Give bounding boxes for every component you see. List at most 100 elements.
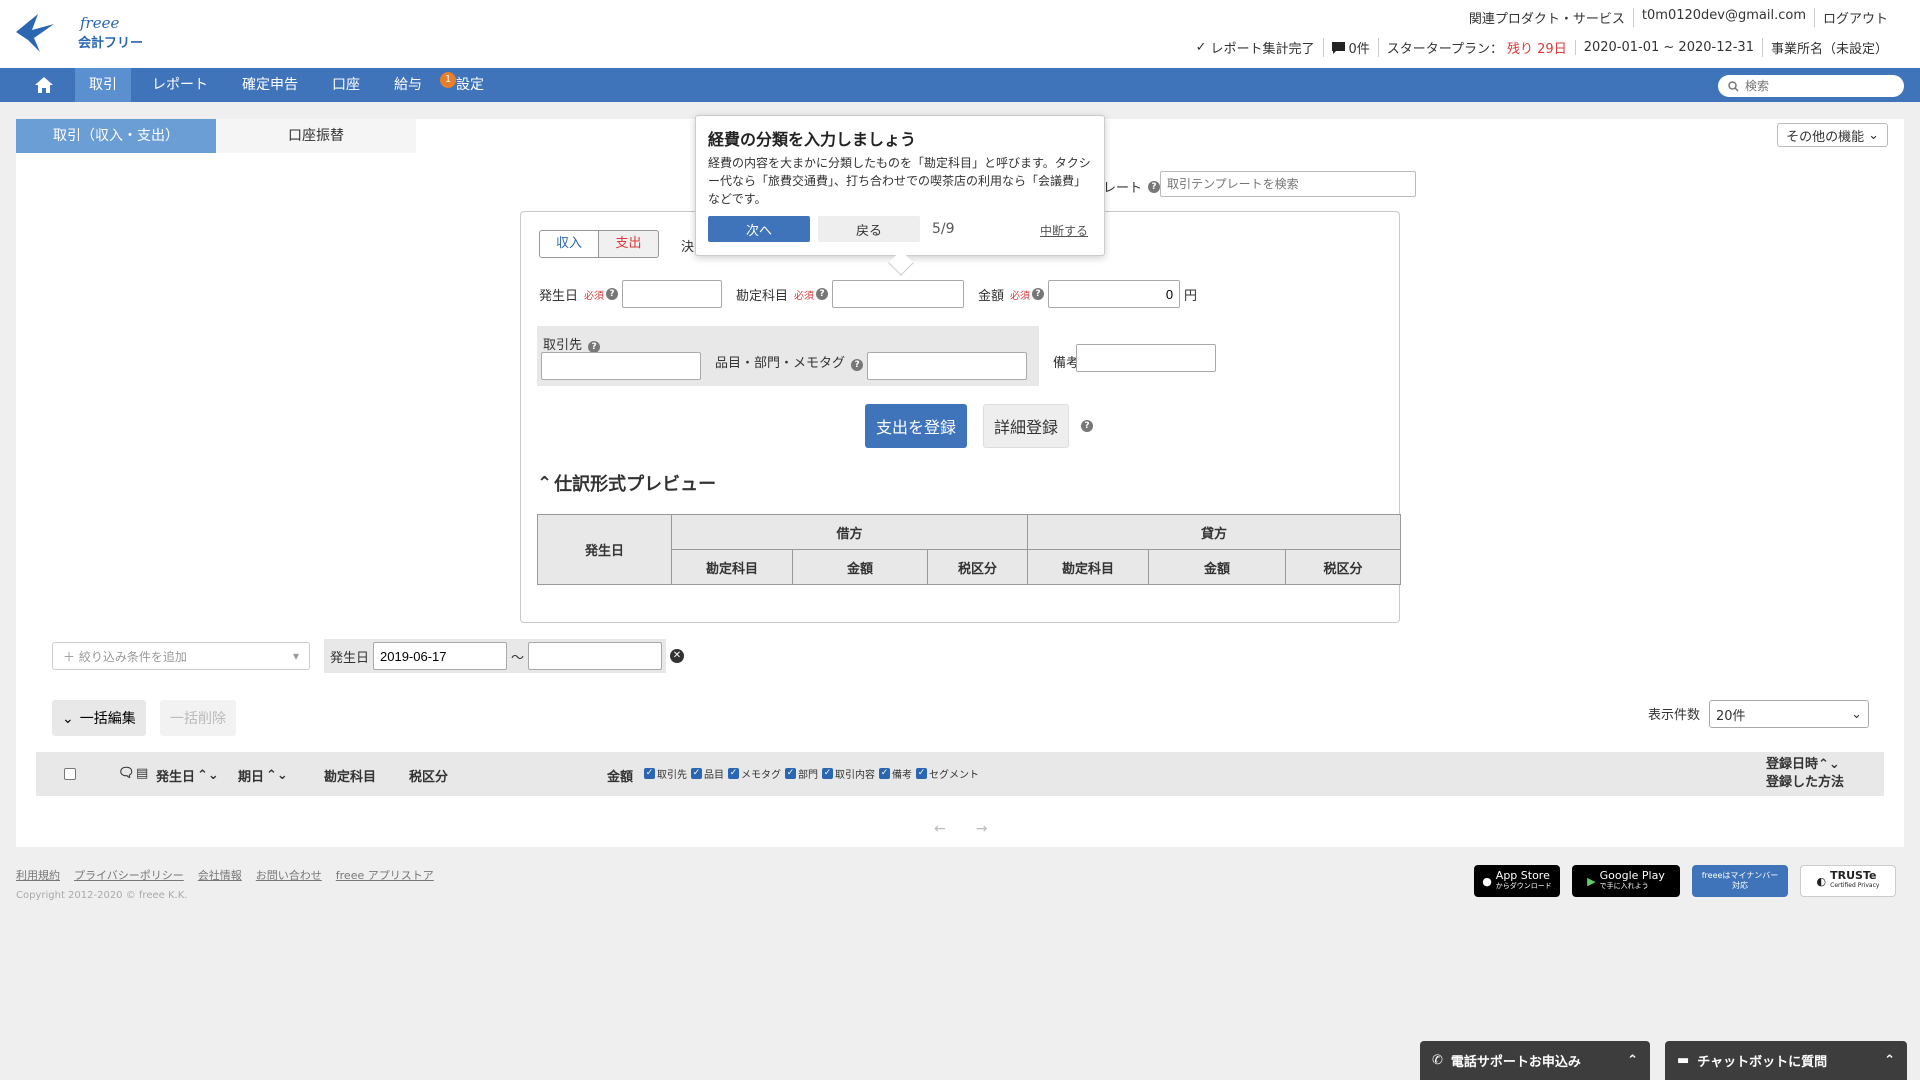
settings-badge: 1 xyxy=(440,72,456,88)
user-email[interactable]: t0m0120dev@gmail.com xyxy=(1632,8,1814,27)
message-icon xyxy=(1331,41,1345,54)
template-label: レート ? xyxy=(1103,177,1161,196)
truste-badge[interactable]: ◐ TRUSTe Certified Privacy xyxy=(1800,865,1896,897)
nav-payroll[interactable]: 給与 xyxy=(380,68,436,102)
footer-link-company[interactable]: 会社情報 xyxy=(198,867,242,883)
show-count-select[interactable]: 20件 ⌄ xyxy=(1709,700,1869,728)
amount-input[interactable] xyxy=(1048,280,1181,308)
sort-icon: ⌃⌄ xyxy=(197,768,219,783)
col-option-partner[interactable]: ✓ 取引先 xyxy=(644,766,687,781)
journal-preview-toggle[interactable]: ⌃ 仕訳形式プレビュー xyxy=(537,470,716,496)
nav-accounts[interactable]: 口座 xyxy=(318,68,374,102)
account-label: 勘定科目 xyxy=(736,288,789,304)
preview-credit-tax: 税区分 xyxy=(1285,549,1401,585)
sort-icon: ⌃⌄ xyxy=(266,768,288,783)
main-fields-row: 発生日 必須 ? 勘定科目 必須 ? 金額 必須 ? 円 xyxy=(539,280,1197,308)
mynumber-badge[interactable]: freeeはマイナンバー対応 xyxy=(1692,865,1788,897)
logo-product: 会計フリー xyxy=(78,35,144,51)
help-icon[interactable]: ? xyxy=(1148,180,1161,193)
show-count-label: 表示件数 xyxy=(1648,708,1701,723)
col-option-description[interactable]: ✓ 取引内容 xyxy=(822,766,875,781)
messages-button[interactable]: 0件 xyxy=(1322,38,1378,57)
partner-label: 取引先 ? xyxy=(543,334,601,353)
nav-search[interactable] xyxy=(1718,75,1904,97)
help-icon[interactable]: ? xyxy=(851,359,864,371)
preview-col-date: 発生日 xyxy=(537,514,672,585)
chatbot-bar[interactable]: ▬ チャットボットに質問 ⌃ xyxy=(1665,1041,1907,1080)
footer-badges: ● App Store からダウンロード ▶ Google Play で手に入れ… xyxy=(1474,865,1896,897)
footer-link-appstore[interactable]: freee アプリストア xyxy=(336,867,434,883)
pager-prev[interactable]: ← xyxy=(934,821,946,837)
income-toggle[interactable]: 収入 xyxy=(539,230,599,258)
tooltip-back-button[interactable]: 戻る xyxy=(818,216,920,242)
expense-toggle[interactable]: 支出 xyxy=(599,230,659,258)
partner-input[interactable] xyxy=(541,352,701,380)
template-search-input[interactable] xyxy=(1160,171,1416,197)
search-icon xyxy=(1728,80,1739,92)
phone-icon: ✆ xyxy=(1432,1053,1443,1068)
footer-link-terms[interactable]: 利用規約 xyxy=(16,867,60,883)
col-due[interactable]: 期日 ⌃⌄ xyxy=(238,766,288,785)
footer-link-contact[interactable]: お問い合わせ xyxy=(256,867,322,883)
col-option-segment[interactable]: ✓ セグメント xyxy=(916,766,979,781)
col-option-item[interactable]: ✓ 品目 xyxy=(691,766,724,781)
select-all-checkbox[interactable] xyxy=(64,768,76,780)
pager-next[interactable]: → xyxy=(976,821,988,837)
plan-info[interactable]: スタータープラン： 残り 29日 xyxy=(1377,38,1575,57)
date-input[interactable] xyxy=(622,280,723,308)
item-input[interactable] xyxy=(867,352,1027,380)
phone-support-bar[interactable]: ✆ 電話サポートお申込み ⌃ xyxy=(1420,1041,1650,1080)
chevron-up-icon: ⌃ xyxy=(1627,1053,1638,1068)
col-option-note[interactable]: ✓ 備考 xyxy=(879,766,912,781)
related-products-link[interactable]: 関連プロダクト・サービス xyxy=(1461,8,1633,27)
logout-link[interactable]: ログアウト xyxy=(1813,8,1896,27)
header-links: 関連プロダクト・サービス t0m0120dev@gmail.com ログアウト xyxy=(1461,8,1896,27)
tooltip-abort-link[interactable]: 中断する xyxy=(1040,222,1088,239)
report-status: ✓ レポート集計完了 xyxy=(1195,40,1315,57)
nav-reports[interactable]: レポート xyxy=(138,68,222,102)
copyright: Copyright 2012-2020 © freee K.K. xyxy=(16,890,188,901)
note-input[interactable] xyxy=(1076,344,1216,372)
tab-account-transfer[interactable]: 口座振替 xyxy=(216,119,416,153)
footer-link-privacy[interactable]: プライバシーポリシー xyxy=(74,867,184,883)
nav-tax-return[interactable]: 確定申告 xyxy=(228,68,312,102)
chevron-up-icon: ⌃ xyxy=(1884,1053,1895,1068)
play-icon: ▶ xyxy=(1587,874,1596,888)
fiscal-period[interactable]: 2020-01-01 ~ 2020-12-31 xyxy=(1574,40,1762,55)
col-option-memo-tag[interactable]: ✓ メモタグ xyxy=(728,766,781,781)
help-icon[interactable]: ? xyxy=(1081,420,1093,432)
help-icon[interactable]: ? xyxy=(606,288,619,300)
bulk-delete-button[interactable]: 一括削除 xyxy=(160,700,236,736)
transaction-form: 収入 支出 決 発生日 必須 ? 勘定科目 必須 ? 金額 必須 ? 円 取引先… xyxy=(520,211,1401,623)
google-play-badge[interactable]: ▶ Google Play で手に入れよう xyxy=(1572,865,1680,897)
optional-fields: 取引先 ? 品目・部門・メモタグ ? xyxy=(537,326,1039,386)
add-filter-dropdown[interactable]: ＋ 絞り込み条件を追加 ▾ xyxy=(52,642,310,670)
search-input[interactable] xyxy=(1745,79,1895,93)
col-option-section[interactable]: ✓ 部門 xyxy=(785,766,818,781)
account-required: 必須 xyxy=(794,290,815,302)
tooltip-next-button[interactable]: 次へ xyxy=(708,216,810,242)
col-registered[interactable]: 登録日時⌃⌄ 登録した方法 xyxy=(1766,756,1844,792)
logo[interactable]: freee 会計フリー xyxy=(14,10,143,54)
clear-icon[interactable]: ✕ xyxy=(670,649,684,663)
account-input[interactable] xyxy=(832,280,965,308)
tooltip-step: 5/9 xyxy=(932,221,955,237)
journal-preview-table: 発生日 借方 貸方 勘定科目 金額 税区分 勘定科目 金額 税区分 xyxy=(537,514,1401,585)
appstore-badge[interactable]: ● App Store からダウンロード xyxy=(1474,865,1560,897)
office-name[interactable]: 事業所名（未設定） xyxy=(1761,38,1896,57)
date-to-input[interactable] xyxy=(528,642,663,670)
help-icon[interactable]: ? xyxy=(1032,288,1045,300)
help-icon[interactable]: ? xyxy=(816,288,829,300)
tab-income-expense[interactable]: 取引（収入・支出） xyxy=(16,119,216,153)
nav-home[interactable] xyxy=(26,68,62,102)
register-expense-button[interactable]: 支出を登録 xyxy=(865,404,967,448)
check-icon: ✓ xyxy=(1195,40,1207,55)
col-date[interactable]: 発生日 ⌃⌄ xyxy=(156,766,219,785)
date-filter-label: 発生日 xyxy=(330,650,370,666)
detail-register-button[interactable]: 詳細登録 xyxy=(983,404,1069,448)
other-features-button[interactable]: その他の機能 ⌄ xyxy=(1777,123,1888,147)
date-range-tilde: 〜 xyxy=(511,650,525,666)
date-from-input[interactable] xyxy=(373,642,508,670)
nav-transactions[interactable]: 取引 xyxy=(75,68,131,102)
bulk-edit-button[interactable]: ⌄ 一括編集 xyxy=(52,700,146,736)
